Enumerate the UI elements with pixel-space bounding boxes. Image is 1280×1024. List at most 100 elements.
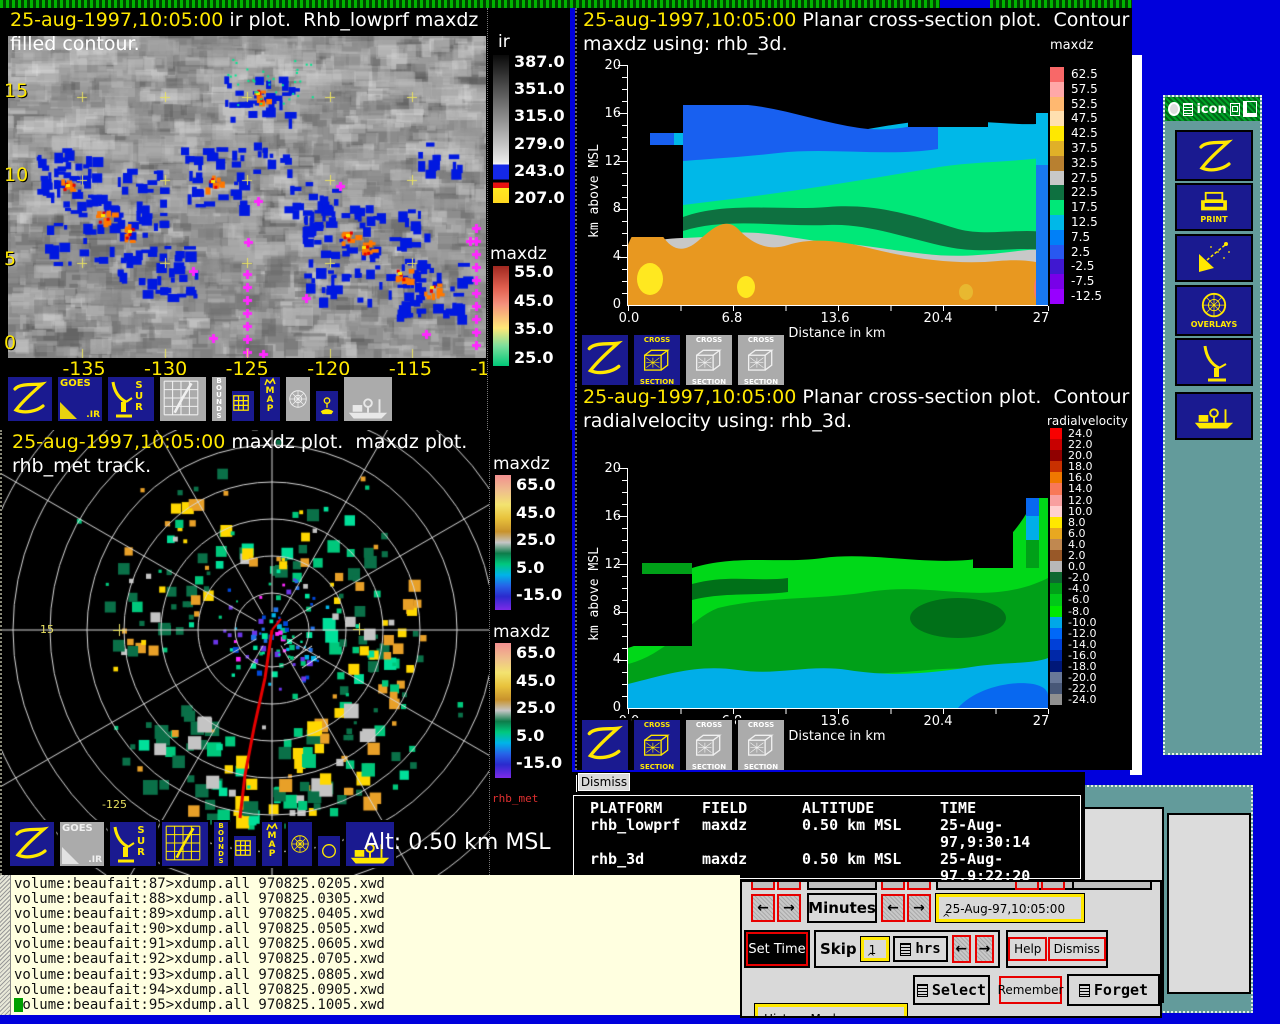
remember-button[interactable]: Remember xyxy=(999,976,1062,1004)
satellite-button[interactable] xyxy=(1175,234,1253,282)
velocity-cross-section-plot[interactable] xyxy=(627,468,1048,709)
velocity-contour-graphic xyxy=(628,468,1048,708)
skip-back-button[interactable]: ← xyxy=(952,935,971,963)
small-grid-button[interactable] xyxy=(232,834,258,868)
zebra-menu-button[interactable] xyxy=(580,718,630,770)
dialog-dismiss-button[interactable]: Dismiss xyxy=(1048,937,1106,961)
circle-marker-button[interactable] xyxy=(316,834,342,868)
terminal-line: volume:beaufait:88>xdump.all 970825.0305… xyxy=(14,892,385,907)
clipped-button[interactable] xyxy=(881,880,905,890)
ship-panel-button[interactable] xyxy=(1175,392,1253,440)
clipped-button[interactable] xyxy=(1015,880,1039,890)
xs-maxdz-colorbar: 62.5 57.5 52.5 47.5 42.5 37.5 32.5 xyxy=(1050,67,1102,304)
map-button[interactable]: MAP xyxy=(258,375,282,423)
cross-label: CROSS xyxy=(696,721,722,729)
resize-icon[interactable] xyxy=(1230,103,1241,116)
bounds-button[interactable]: BOUNDS xyxy=(212,820,230,868)
radar-ppi-display[interactable] xyxy=(2,430,489,875)
terminal-scrollbar[interactable] xyxy=(0,875,11,1015)
window-radar-plot: 25-aug-1997,10:05:00 maxdz plot. maxdz p… xyxy=(0,430,572,875)
maxdz-cross-section-plot[interactable] xyxy=(627,65,1048,306)
step-forward-button[interactable]: → xyxy=(777,894,801,922)
clipped-button[interactable] xyxy=(1072,880,1152,890)
section-label: SECTION xyxy=(744,378,778,385)
cell-altitude: 0.50 km MSL xyxy=(802,851,940,881)
cross-section-button-active[interactable]: CROSS SECTION xyxy=(632,333,682,385)
grid-survey-button[interactable] xyxy=(158,375,208,423)
clipped-button[interactable] xyxy=(777,880,801,890)
map-button[interactable]: MAP xyxy=(260,820,284,868)
zebra-z-icon xyxy=(1192,136,1236,176)
time-input-field[interactable]: 25-Aug-97,10:05:00 ^ xyxy=(936,894,1084,922)
cross-section-button[interactable]: CROSS SECTION xyxy=(684,718,734,770)
terminal-line: volume:beaufait:93>xdump.all 970825.0805… xyxy=(14,968,385,983)
sur-radar-button[interactable]: SUR xyxy=(108,820,158,868)
terminal-line: volume:beaufait:90>xdump.all 970825.0505… xyxy=(14,922,385,937)
sur-label: SUR xyxy=(136,825,146,866)
zebra-menu-button[interactable] xyxy=(6,375,54,423)
zebra-main-button[interactable] xyxy=(1175,130,1253,181)
cell-time: 25-Aug-97,9:30:14 xyxy=(940,817,1060,851)
cross-label: CROSS xyxy=(644,721,670,729)
window-menu-icon[interactable] xyxy=(1168,102,1180,116)
iconify-icon[interactable] xyxy=(1183,103,1194,116)
forget-menu-button[interactable]: Forget xyxy=(1067,974,1160,1006)
minutes-forward-button[interactable]: → xyxy=(907,894,931,922)
cross-section-button[interactable]: CROSS SECTION xyxy=(736,333,786,385)
xs-vel-subtitle: radialvelocity using: rhb_3d. xyxy=(583,409,852,433)
zebra-z-icon xyxy=(10,822,50,864)
step-back-button[interactable]: ← xyxy=(751,894,775,922)
table-header-cell: ALTITUDE xyxy=(802,800,940,817)
radar-scope-button[interactable] xyxy=(286,820,314,868)
print-button[interactable]: PRINT xyxy=(1175,183,1253,231)
small-grid-button[interactable] xyxy=(230,389,256,423)
xs-maxdz-colorbar-title: maxdz xyxy=(1050,38,1093,53)
history-mode-value: History Mode xyxy=(764,1012,843,1018)
help-button[interactable]: Help xyxy=(1008,937,1047,961)
select-menu-button[interactable]: Select xyxy=(913,975,990,1005)
skip-input-field[interactable]: 1 ^ xyxy=(861,937,890,961)
grid-scan-icon xyxy=(160,377,202,419)
clipped-button[interactable] xyxy=(907,880,931,890)
ship-button[interactable] xyxy=(342,375,394,423)
radar-lon-label: -125 xyxy=(102,798,127,811)
skip-forward-button[interactable]: → xyxy=(975,935,994,963)
cross-section-button-active[interactable]: CROSS SECTION xyxy=(632,718,682,770)
clipped-button[interactable] xyxy=(1041,880,1065,890)
zebra-menu-button[interactable] xyxy=(8,820,56,868)
zebra-menu-button[interactable] xyxy=(580,333,630,385)
maxdz-contour-graphic xyxy=(628,65,1048,305)
sur-radar-button[interactable]: SUR xyxy=(106,375,156,423)
goes-ir-button[interactable]: GOES .IR xyxy=(56,375,104,423)
window-cross-section-velocity: 25-aug-1997,10:05:00 Planar cross-sectio… xyxy=(575,385,1132,770)
ir-colorbar-labels: 387.0351.0315.0279.0243.0207.0 xyxy=(514,54,565,206)
cross-section-button[interactable]: CROSS SECTION xyxy=(736,718,786,770)
window-data-available-table: Dismiss PLATFORMFIELDALTITUDETIME rhb_lo… xyxy=(570,772,1085,881)
ir-maxdz-colorbar-strip xyxy=(493,266,509,366)
maximize-icon[interactable] xyxy=(1243,101,1257,117)
hrs-menu-button[interactable]: hrs xyxy=(893,936,947,962)
buoy-button[interactable] xyxy=(314,389,340,423)
icon-panel-titlebar[interactable]: icon xyxy=(1165,97,1260,121)
clipped-button[interactable] xyxy=(807,880,877,890)
window-terminal[interactable]: volume:beaufait:87>xdump.all 970825.0205… xyxy=(0,875,740,1015)
bounds-button[interactable]: BOUNDS xyxy=(210,375,228,423)
grid-survey-button[interactable] xyxy=(160,820,210,868)
antenna-button[interactable] xyxy=(1175,338,1253,386)
terminal-line: volume:beaufait:89>xdump.all 970825.0405… xyxy=(14,907,385,922)
terminal-line: volume:beaufait:87>xdump.all 970825.0205… xyxy=(14,877,385,892)
cross-section-button[interactable]: CROSS SECTION xyxy=(684,333,734,385)
ir-satellite-image[interactable] xyxy=(8,36,486,358)
set-time-button[interactable]: Set Time xyxy=(746,932,808,966)
xs-vel-dismiss-button[interactable]: Dismiss xyxy=(577,772,631,792)
minutes-back-button[interactable]: ← xyxy=(881,894,905,922)
clipped-button[interactable] xyxy=(751,880,775,890)
radar-subtitle: rhb_met track. xyxy=(12,454,151,478)
table-row[interactable]: rhb_lowprf maxdz 0.50 km MSL 25-Aug-97,9… xyxy=(590,817,1060,851)
overlays-button[interactable]: OVERLAYS xyxy=(1175,285,1253,336)
minutes-button[interactable]: Minutes xyxy=(807,893,877,923)
xs-vel-colorbar-title: radialvelocity xyxy=(1047,414,1128,428)
history-mode-field[interactable]: History Mode ^ xyxy=(755,1004,907,1018)
goes-ir-button[interactable]: GOES .IR xyxy=(58,820,106,868)
radar-scope-button[interactable] xyxy=(284,375,312,423)
